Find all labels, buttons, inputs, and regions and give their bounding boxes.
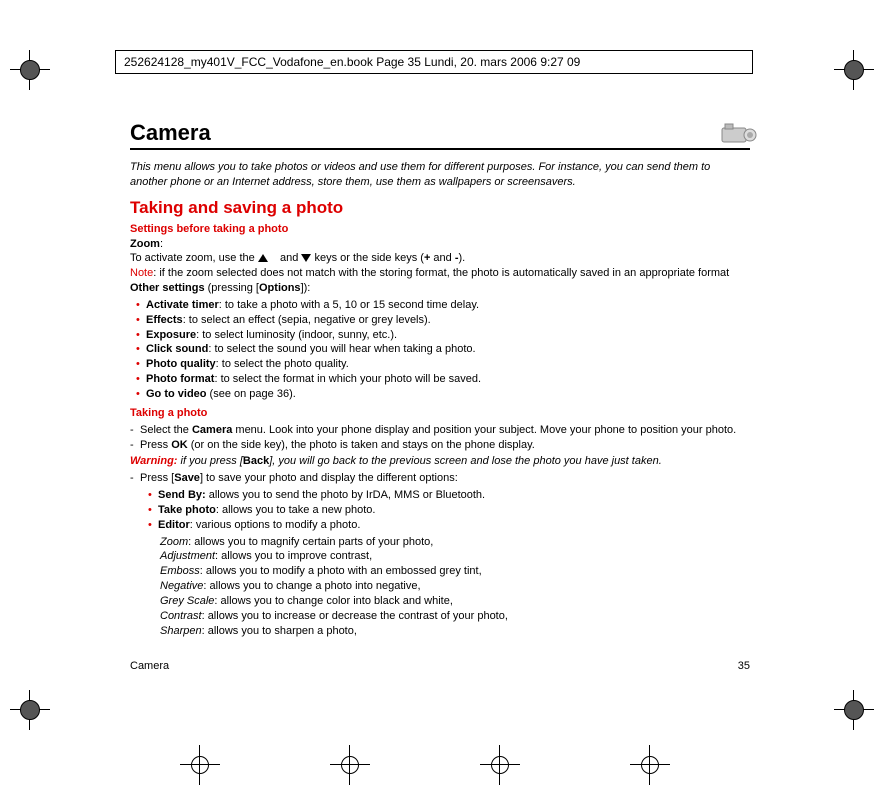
note-line: Note: if the zoom selected does not matc…	[130, 266, 750, 281]
setting-item: Go to video (see on page 36).	[148, 387, 750, 402]
zoom-instructions: To activate zoom, use the and keys or th…	[130, 251, 750, 266]
section-heading: Taking and saving a photo	[130, 198, 750, 218]
intro-text: This menu allows you to take photos or v…	[130, 160, 750, 190]
settings-subhead: Settings before taking a photo	[130, 222, 750, 237]
setting-item: Photo quality: to select the photo quali…	[148, 357, 750, 372]
crop-mark	[10, 50, 50, 90]
setting-item: Click sound: to select the sound you wil…	[148, 342, 750, 357]
save-option: Take photo: allows you to take a new pho…	[160, 503, 750, 518]
up-key-icon	[258, 254, 268, 262]
crop-mark	[834, 50, 874, 90]
editor-option: Sharpen: allows you to sharpen a photo,	[160, 624, 750, 639]
page-title: Camera	[130, 120, 750, 150]
setting-item: Photo format: to select the format in wh…	[148, 372, 750, 387]
save-option: Editor: various options to modify a phot…	[160, 518, 750, 533]
taking-subhead: Taking a photo	[130, 406, 750, 421]
print-header: 252624128_my401V_FCC_Vodafone_en.book Pa…	[115, 50, 753, 74]
settings-list: Activate timer: to take a photo with a 5…	[130, 298, 750, 402]
save-step: Press [Save] to save your photo and disp…	[130, 471, 750, 486]
footer-label: Camera	[130, 660, 169, 672]
editor-options: Zoom: allows you to magnify certain part…	[130, 535, 750, 639]
crop-mark	[10, 690, 50, 730]
taking-step: Press OK (or on the side key), the photo…	[142, 438, 750, 453]
warning-line: Warning: if you press [Back], you will g…	[130, 454, 750, 469]
bottom-crop-marks	[0, 745, 884, 785]
editor-option: Zoom: allows you to magnify certain part…	[160, 535, 750, 550]
editor-option: Contrast: allows you to increase or decr…	[160, 609, 750, 624]
page-footer: Camera 35	[130, 660, 750, 672]
taking-step: Select the Camera menu. Look into your p…	[142, 423, 750, 438]
page-number: 35	[738, 660, 750, 672]
setting-item: Effects: to select an effect (sepia, neg…	[148, 313, 750, 328]
zoom-label: Zoom:	[130, 237, 750, 252]
camera-icon	[720, 122, 760, 149]
setting-item: Activate timer: to take a photo with a 5…	[148, 298, 750, 313]
save-option: Send By: allows you to send the photo by…	[160, 488, 750, 503]
editor-option: Emboss: allows you to modify a photo wit…	[160, 564, 750, 579]
crop-mark	[834, 690, 874, 730]
editor-option: Grey Scale: allows you to change color i…	[160, 594, 750, 609]
taking-steps: Select the Camera menu. Look into your p…	[130, 423, 750, 453]
setting-item: Exposure: to select luminosity (indoor, …	[148, 328, 750, 343]
editor-option: Negative: allows you to change a photo i…	[160, 579, 750, 594]
editor-option: Adjustment: allows you to improve contra…	[160, 549, 750, 564]
down-key-icon	[301, 254, 311, 262]
other-settings-line: Other settings (pressing [Options]):	[130, 281, 750, 296]
save-options: Send By: allows you to send the photo by…	[130, 488, 750, 533]
